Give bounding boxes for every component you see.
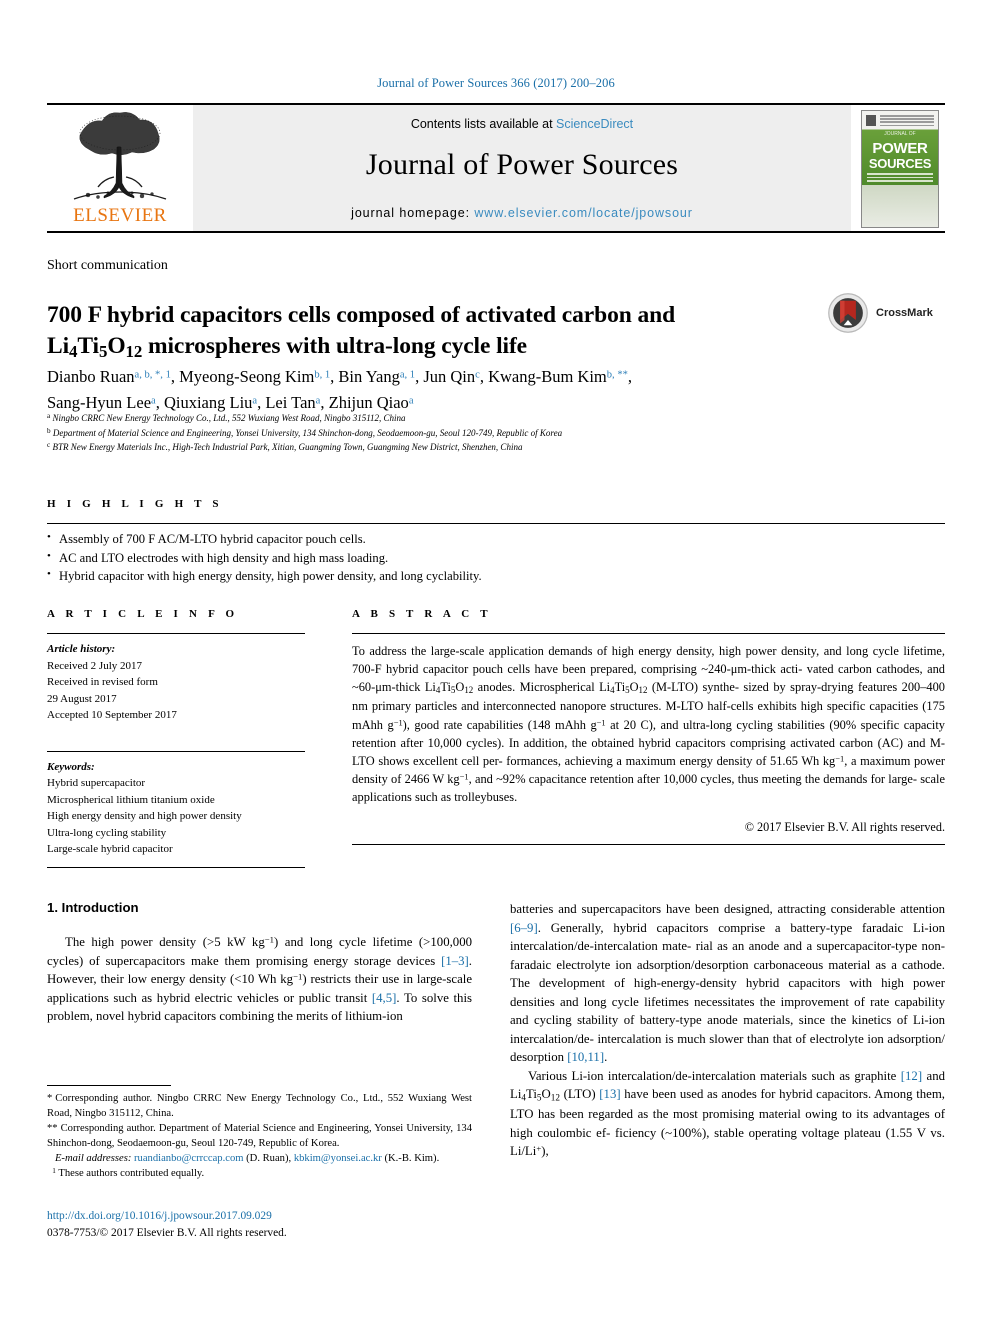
homepage-label: journal homepage:: [351, 206, 470, 220]
masthead-center: Contents lists available at ScienceDirec…: [193, 105, 851, 231]
title-line-1: 700 F hybrid capacitors cells composed o…: [47, 301, 676, 328]
citation-ref[interactable]: [1–3]: [441, 954, 469, 968]
keyword: High energy density and high power densi…: [47, 810, 242, 822]
keyword: Large-scale hybrid capacitor: [47, 843, 173, 855]
highlights-list: Assembly of 700 F AC/M-LTO hybrid capaci…: [47, 524, 945, 586]
footnote-mark: **: [47, 1123, 58, 1135]
footnote-corresponding-2: ** Corresponding author. Department of Ma…: [47, 1123, 472, 1150]
cover-top-label: JOURNAL OF: [884, 131, 916, 137]
history-item: Accepted 10 September 2017: [47, 709, 177, 721]
affiliation: a Ningbo CRRC New Energy Technology Co.,…: [47, 412, 406, 424]
footnote-block: * Corresponding author. Ningbo CRRC New E…: [47, 1085, 472, 1181]
article-type: Short communication: [47, 258, 168, 273]
article-info-section: A R T I C L E I N F O Article history: R…: [47, 608, 305, 868]
footer-block: http://dx.doi.org/10.1016/j.jpowsour.201…: [47, 1208, 487, 1242]
keywords-heading: Keywords:: [47, 760, 95, 773]
elsevier-logo: ELSEVIER: [47, 105, 193, 231]
citation-ref[interactable]: [10,11]: [567, 1050, 604, 1064]
elsevier-tree-icon: [73, 112, 167, 200]
history-item: 29 August 2017: [47, 692, 117, 705]
intro-paragraph-right-2: Various Li-ion intercalation/de-intercal…: [510, 1068, 945, 1159]
author: Sang-Hyun Leea: [47, 392, 156, 412]
footnote-corresponding-1: * Corresponding author. Ningbo CRRC New E…: [47, 1093, 472, 1120]
footnote-divider: [47, 1085, 171, 1086]
body-column-right: batteries and supercapacitors have been …: [510, 900, 945, 1161]
cover-word-power: POWER: [872, 140, 928, 157]
keywords-bottom-divider: [47, 866, 305, 868]
email-person-1: (D. Ruan),: [246, 1153, 292, 1165]
author: Dianbo Ruana, b, *, 1: [47, 367, 171, 386]
article-history-heading: Article history:: [47, 643, 116, 655]
keyword: Hybrid supercapacitor: [47, 777, 146, 789]
body-column-left: 1. Introduction The high power density (…: [47, 900, 472, 1026]
cover-word-sources: SOURCES: [868, 156, 932, 171]
contents-available-line: Contents lists available at ScienceDirec…: [193, 117, 851, 131]
issn-copyright-line: 0378-7753/© 2017 Elsevier B.V. All right…: [47, 1227, 287, 1240]
author: Bin Yanga, 1: [338, 367, 416, 386]
citation-ref[interactable]: [4,5]: [372, 991, 397, 1005]
highlights-label: H I G H L I G H T S: [47, 498, 223, 510]
history-item: Received in revised form: [47, 676, 158, 688]
homepage-url[interactable]: www.elsevier.com/locate/jpowsour: [474, 206, 692, 220]
citation-ref[interactable]: [13]: [599, 1087, 620, 1101]
keywords-block: Keywords: Hybrid supercapacitor Microsph…: [47, 752, 305, 858]
author: Jun Qinc: [423, 367, 480, 386]
doi-link[interactable]: http://dx.doi.org/10.1016/j.jpowsour.201…: [47, 1208, 487, 1225]
list-item: Assembly of 700 F AC/M-LTO hybrid capaci…: [47, 529, 945, 549]
author-list: Dianbo Ruana, b, *, 1, Myeong-Seong Kimb…: [47, 364, 837, 415]
keyword: Ultra-long cycling stability: [47, 826, 167, 839]
elsevier-wordmark: ELSEVIER: [73, 205, 167, 226]
cover-elsevier-mark: [866, 115, 876, 126]
author: Qiuxiang Liua: [163, 392, 258, 412]
intro-paragraph-right-1: batteries and supercapacitors have been …: [510, 902, 945, 1065]
contents-prefix: Contents lists available at: [410, 117, 553, 131]
article-history: Article history: Received 2 July 2017 Re…: [47, 634, 305, 724]
list-item: Hybrid capacitor with high energy densit…: [47, 566, 945, 586]
author: Kwang-Bum Kimb, **: [488, 367, 628, 386]
section-heading-introduction: 1. Introduction: [47, 900, 139, 915]
abstract-text: To address the large-scale application d…: [352, 644, 946, 804]
highlights-section: H I G H L I G H T S Assembly of 700 F AC…: [47, 498, 945, 586]
author: Myeong-Seong Kimb, 1: [179, 367, 331, 386]
journal-homepage-line: journal homepage: www.elsevier.com/locat…: [193, 206, 851, 220]
list-item: AC and LTO electrodes with high density …: [47, 548, 945, 568]
journal-masthead: ELSEVIER Contents lists available at Sci…: [47, 103, 945, 233]
journal-cover-thumbnail: JOURNAL OF POWER SOURCES: [851, 105, 945, 231]
abstract-label: A B S T R A C T: [352, 608, 492, 620]
abstract-copyright: © 2017 Elsevier B.V. All rights reserved…: [744, 820, 945, 835]
keyword: Microspherical lithium titanium oxide: [47, 793, 215, 806]
citation-ref[interactable]: [12]: [901, 1069, 922, 1083]
abstract-bottom-divider: [352, 844, 945, 846]
author-line-2: Sang-Hyun Leea, Qiuxiang Liua, Lei Tana,…: [47, 392, 414, 412]
journal-title: Journal of Power Sources: [365, 148, 679, 181]
footnote-equal-contribution: 1 These authors contributed equally.: [52, 1167, 205, 1180]
affiliation: c BTR New Energy Materials Inc., High-Te…: [47, 441, 523, 453]
abstract-section: A B S T R A C T To address the large-sca…: [352, 608, 946, 846]
author: Zhijun Qiaoa: [328, 392, 414, 412]
email-label: E-mail addresses:: [54, 1153, 132, 1165]
paper-page: Journal of Power Sources 366 (2017) 200–…: [0, 0, 992, 1323]
article-info-label: A R T I C L E I N F O: [47, 608, 239, 620]
cover-footer-text: [862, 214, 938, 221]
footnote-mark: *: [47, 1093, 53, 1104]
affiliation-list: a Ningbo CRRC New Energy Technology Co.,…: [47, 411, 907, 455]
crossmark-label: CrossMark: [876, 307, 933, 319]
crossmark-badge[interactable]: CrossMark: [827, 290, 947, 336]
crossmark-icon: [828, 293, 868, 333]
history-item: Received 2 July 2017: [47, 659, 143, 672]
citation-ref[interactable]: [6–9]: [510, 921, 538, 935]
footnote-mark: 1: [52, 1167, 56, 1176]
author-line-1: Dianbo Ruana, b, *, 1, Myeong-Seong Kimb…: [47, 367, 632, 386]
title-line-2: Li4Ti5O12 microspheres with ultra-long c…: [47, 332, 528, 362]
footnote-emails: E-mail addresses: ruandianbo@crrccap.com…: [47, 1151, 472, 1166]
running-head: Journal of Power Sources 366 (2017) 200–…: [377, 76, 615, 90]
page-title: 700 F hybrid capacitors cells composed o…: [47, 300, 787, 364]
email-address-1[interactable]: ruandianbo@crrccap.com: [134, 1153, 243, 1164]
email-address-2[interactable]: kbkim@yonsei.ac.kr: [294, 1153, 382, 1164]
intro-paragraph-left: The high power density (>5 kW kg−1) and …: [47, 934, 472, 1024]
email-person-2: (K.-B. Kim).: [384, 1153, 440, 1165]
author: Lei Tana: [265, 392, 321, 412]
sciencedirect-link[interactable]: ScienceDirect: [556, 117, 633, 131]
affiliation: b Department of Material Science and Eng…: [47, 426, 563, 438]
